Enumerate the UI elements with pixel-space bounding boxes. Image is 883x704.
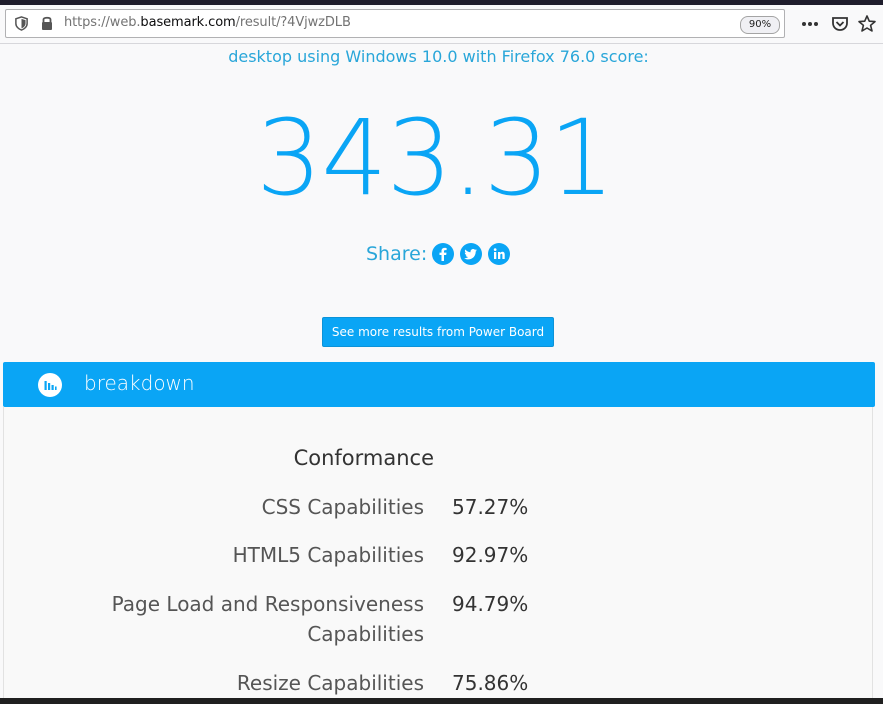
breakdown-header[interactable]: breakdown <box>3 362 875 407</box>
row-label-resize: Resize Capabilities <box>236 671 424 695</box>
row-value-page-load: 94.79% <box>452 592 529 616</box>
share-label: Share: <box>366 243 428 265</box>
facebook-icon[interactable] <box>432 243 455 265</box>
url-path: /result/?4VjwzDLB <box>235 15 351 30</box>
pocket-icon[interactable] <box>830 14 850 34</box>
row-label-html5: HTML5 Capabilities <box>232 543 424 567</box>
browser-toolbar: https://web.basemark.com/result/?4VjwzDL… <box>0 5 883 44</box>
row-value-resize: 75.86% <box>452 671 529 695</box>
row-label-page-load: Page Load and Responsiveness Capabilitie… <box>111 592 424 646</box>
row-label-css: CSS Capabilities <box>261 495 424 519</box>
result-subtitle: desktop using Windows 10.0 with Firefox … <box>228 47 649 66</box>
power-board-button[interactable]: See more results from Power Board <box>322 317 554 347</box>
overall-score: 343.31 <box>256 97 615 219</box>
row-value-html5: 92.97% <box>452 543 529 567</box>
bookmark-star-icon[interactable] <box>857 14 877 34</box>
linkedin-icon[interactable] <box>488 243 511 265</box>
conformance-heading: Conformance <box>293 446 434 470</box>
row-value-css: 57.27% <box>452 495 529 519</box>
url-text[interactable]: https://web.basemark.com/result/?4VjwzDL… <box>64 15 351 30</box>
lock-icon[interactable] <box>40 15 54 31</box>
shield-icon[interactable] <box>14 16 29 31</box>
url-host: basemark.com <box>140 15 236 30</box>
taskbar-edge <box>0 698 883 704</box>
breakdown-title: breakdown <box>84 371 195 395</box>
more-actions-icon[interactable] <box>800 14 820 34</box>
bar-chart-icon <box>38 373 62 397</box>
address-bar[interactable]: https://web.basemark.com/result/?4VjwzDL… <box>5 9 785 38</box>
zoom-level-badge[interactable]: 90% <box>740 16 780 34</box>
share-row: Share: <box>366 240 516 268</box>
twitter-icon[interactable] <box>460 243 483 265</box>
url-scheme: https://web. <box>64 15 141 30</box>
